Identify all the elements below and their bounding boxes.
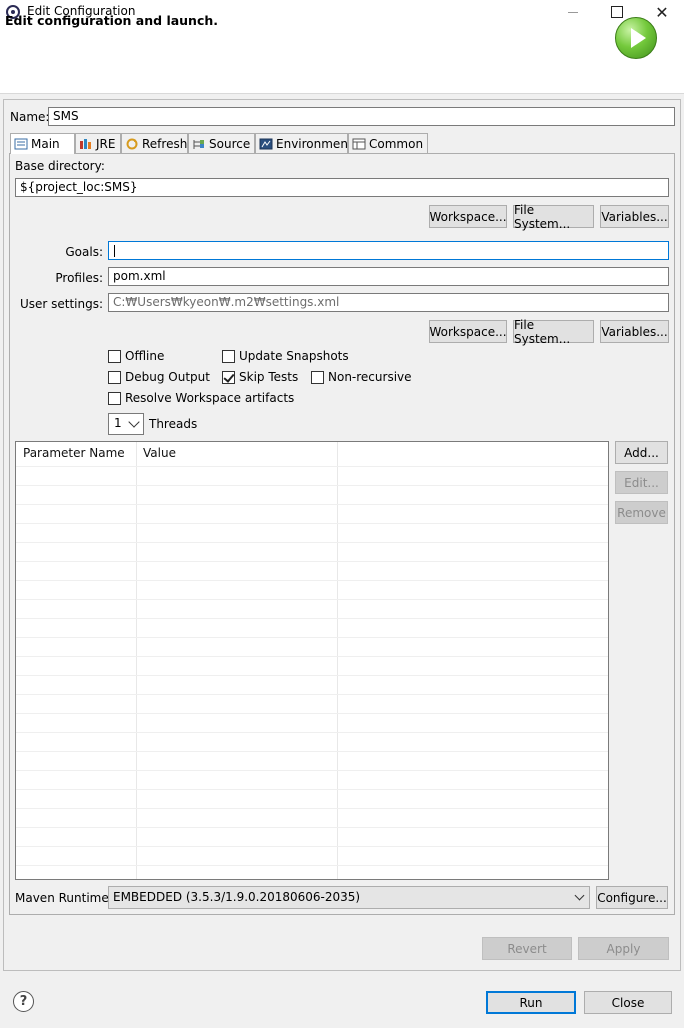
run-button[interactable]: Run [486,991,576,1014]
goals-field[interactable] [108,241,669,260]
tab-source[interactable]: Source [188,133,255,153]
edit-parameter-button[interactable]: Edit... [615,471,668,494]
non-recursive-checkbox[interactable]: Non-recursive [311,370,412,384]
debug-output-label: Debug Output [125,370,210,384]
offline-checkbox[interactable]: Offline [108,349,164,363]
name-label: Name: [10,110,50,124]
threads-label: Threads [149,417,198,431]
tab-main[interactable]: Main [10,133,75,154]
base-dir-filesystem-button[interactable]: File System... [513,203,594,231]
offline-checkbox-box[interactable] [108,349,121,363]
row-divider [16,466,608,467]
close-button[interactable]: Close [584,991,672,1014]
apply-button[interactable]: Apply [578,937,669,960]
row-divider [16,694,608,695]
skip-tests-box[interactable] [222,370,235,384]
non-recursive-box[interactable] [311,370,324,384]
row-divider [16,523,608,524]
tab-refresh[interactable]: Refresh [121,133,188,153]
offline-label: Offline [125,349,165,363]
user-settings-variables-button[interactable]: Variables... [600,320,669,343]
tab-environment[interactable]: Environment [255,133,353,153]
user-settings-workspace-button[interactable]: Workspace... [429,320,507,343]
skip-tests-checkbox[interactable]: Skip Tests [222,370,298,384]
tab-jre-label: JRE [96,136,116,151]
tab-environment-label: Environment [276,136,353,151]
column-divider [337,442,338,879]
row-divider [16,675,608,676]
tab-source-label: Source [209,136,251,151]
user-settings-label: User settings: [19,297,103,311]
resolve-workspace-box[interactable] [108,391,121,405]
base-directory-label: Base directory: [15,159,105,173]
row-divider [16,542,608,543]
common-icon [352,138,366,150]
run-launch-icon [615,17,657,59]
row-divider [16,732,608,733]
base-directory-field[interactable]: ${project_loc:SMS} [15,178,669,197]
minimize-button[interactable] [550,0,596,24]
refresh-icon [125,138,139,150]
row-divider [16,751,608,752]
row-divider [16,485,608,486]
tab-jre[interactable]: JRE [75,133,121,153]
column-header-parameter-name[interactable]: Parameter Name [23,446,125,460]
profiles-label: Profiles: [55,271,103,285]
update-snapshots-box[interactable] [222,349,235,363]
dialog-header-title: Edit configuration and launch. [5,13,219,28]
dialog-header [0,24,684,94]
goals-label: Goals: [65,245,103,259]
skip-tests-label: Skip Tests [239,370,299,384]
parameters-table[interactable]: Parameter Name Value [15,441,609,880]
main-tab-icon [14,138,28,150]
user-settings-filesystem-button[interactable]: File System... [513,318,594,346]
configure-runtime-button[interactable]: Configure... [596,886,668,909]
row-divider [16,808,608,809]
debug-output-checkbox[interactable]: Debug Output [108,370,210,384]
row-divider [16,789,608,790]
row-divider [16,865,608,866]
resolve-workspace-checkbox[interactable]: Resolve Workspace artifacts [108,391,294,405]
debug-output-box[interactable] [108,370,121,384]
help-icon[interactable]: ? [13,991,34,1012]
environment-icon [259,138,273,150]
remove-parameter-button[interactable]: Remove [615,501,668,524]
row-divider [16,770,608,771]
non-recursive-label: Non-recursive [328,370,412,384]
update-snapshots-label: Update Snapshots [239,349,349,363]
profiles-field[interactable]: pom.xml [108,267,669,286]
maven-runtime-label: Maven Runtime: [15,891,113,905]
tab-common[interactable]: Common [348,133,428,153]
user-settings-field[interactable]: C:₩Users₩kyeon₩.m2₩settings.xml [108,293,669,312]
row-divider [16,656,608,657]
row-divider [16,713,608,714]
resolve-workspace-label: Resolve Workspace artifacts [125,391,295,405]
row-divider [16,561,608,562]
add-parameter-button[interactable]: Add... [615,441,668,464]
row-divider [16,599,608,600]
row-divider [16,504,608,505]
update-snapshots-checkbox[interactable]: Update Snapshots [222,349,349,363]
threads-select[interactable]: 1 [108,413,144,435]
jre-icon [79,138,93,150]
tab-main-label: Main [31,137,60,151]
row-divider [16,637,608,638]
row-divider [16,618,608,619]
row-divider [16,827,608,828]
revert-button[interactable]: Revert [482,937,572,960]
base-dir-workspace-button[interactable]: Workspace... [429,205,507,228]
tab-refresh-label: Refresh [142,136,188,151]
maven-runtime-select[interactable]: EMBEDDED (3.5.3/1.9.0.20180606-2035) [108,886,590,909]
row-divider [16,846,608,847]
name-field[interactable]: SMS [48,107,675,126]
column-divider [136,442,137,879]
row-divider [16,580,608,581]
source-icon [192,138,206,150]
base-dir-variables-button[interactable]: Variables... [600,205,669,228]
tab-common-label: Common [369,136,424,151]
column-header-value[interactable]: Value [143,446,176,460]
